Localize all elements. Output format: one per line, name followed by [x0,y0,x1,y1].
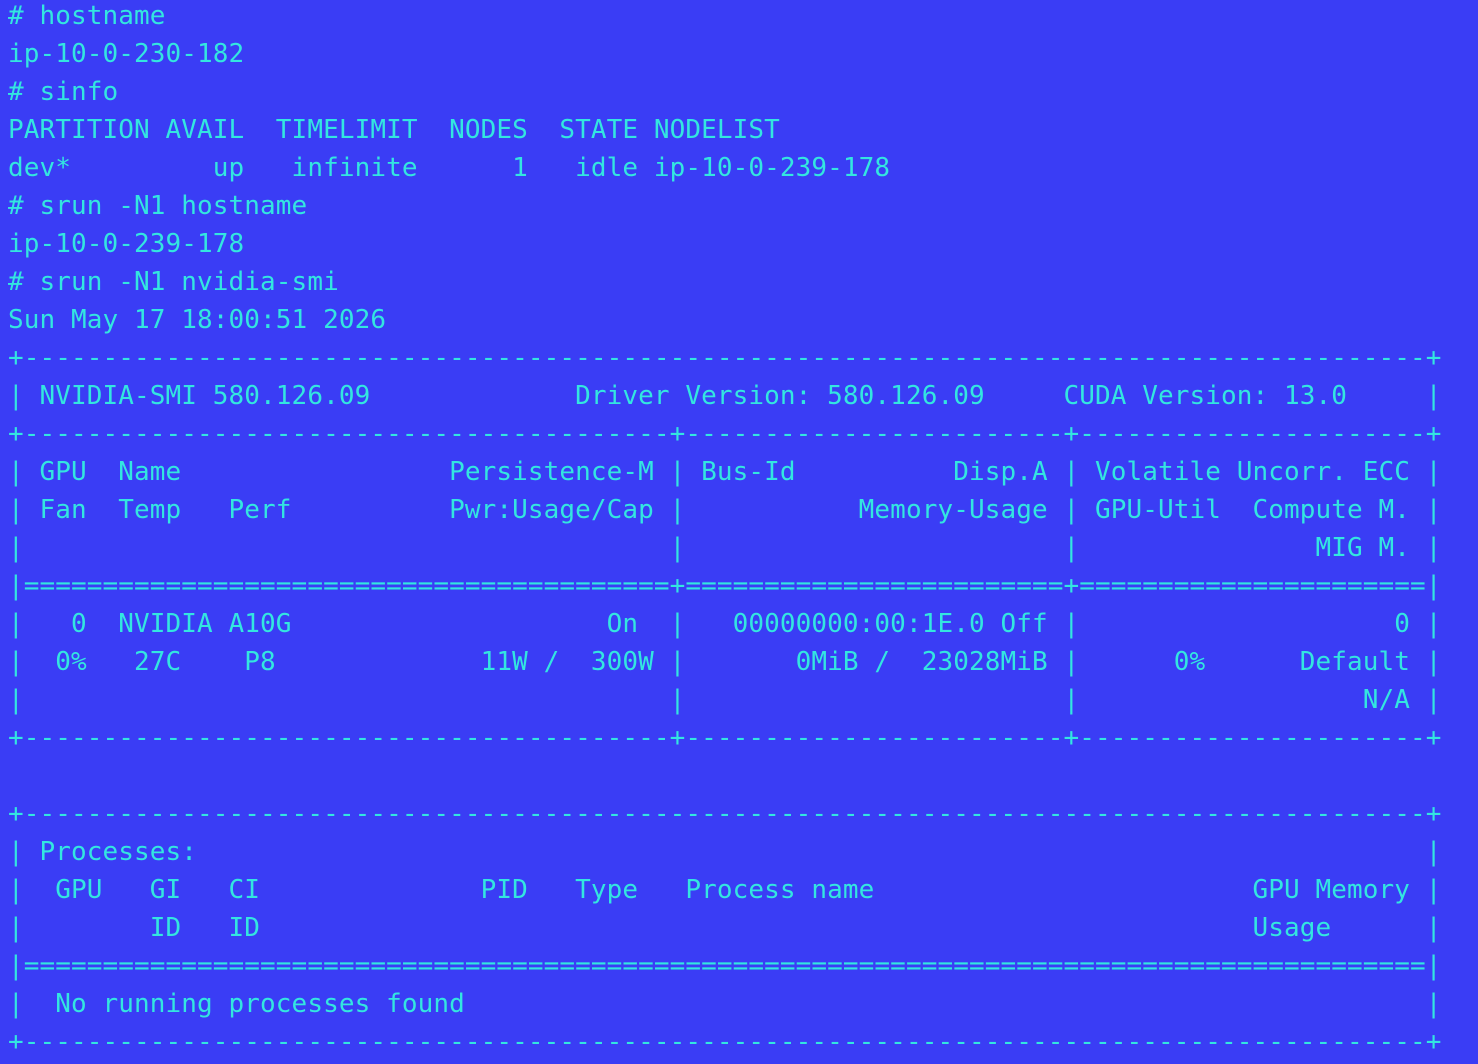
terminal-line-hostname-output: ip-10-0-230-182 [8,39,245,69]
terminal-line-timestamp: Sun May 17 18:00:51 2026 [8,305,387,335]
smi-table-border: +---------------------------------------… [8,419,1442,449]
processes-header-row-2: | ID ID Usage | [8,913,1442,943]
terminal-line-sinfo-header: PARTITION AVAIL TIMELIMIT NODES STATE NO… [8,115,780,145]
smi-header-row-1: | GPU Name Persistence-M | Bus-Id Disp.A… [8,457,1442,487]
smi-gpu-row-1: | 0 NVIDIA A10G On | 00000000:00:1E.0 Of… [8,609,1442,639]
smi-header-row-2: | Fan Temp Perf Pwr:Usage/Cap | Memory-U… [8,495,1442,525]
smi-table-border-bottom: +---------------------------------------… [8,723,1442,753]
terminal-line-sinfo-row: dev* up infinite 1 idle ip-10-0-239-178 [8,153,891,183]
processes-header-separator: |=======================================… [8,951,1442,981]
terminal-line-prompt-sinfo: # sinfo [8,77,119,107]
smi-table-border-top: +---------------------------------------… [8,343,1442,373]
terminal-line-prompt-srun-nvidia-smi: # srun -N1 nvidia-smi [8,267,339,297]
processes-title-row: | Processes: | [8,837,1442,867]
terminal-window[interactable]: # hostname ip-10-0-230-182 # sinfo PARTI… [0,0,1478,1064]
smi-version-row: | NVIDIA-SMI 580.126.09 Driver Version: … [8,381,1442,411]
smi-header-row-3: | | | MIG M. | [8,533,1442,563]
processes-table-border-bottom: +---------------------------------------… [8,1027,1442,1057]
terminal-line-srun-hostname-output: ip-10-0-239-178 [8,229,245,259]
terminal-line-prompt-srun-hostname: # srun -N1 hostname [8,191,308,221]
smi-gpu-row-2: | 0% 27C P8 11W / 300W | 0MiB / 23028MiB… [8,647,1442,677]
processes-table-border-top: +---------------------------------------… [8,799,1442,829]
processes-header-row-1: | GPU GI CI PID Type Process name GPU Me… [8,875,1442,905]
smi-gpu-row-3: | | | N/A | [8,685,1442,715]
smi-header-separator: |=======================================… [8,571,1442,601]
processes-empty-row: | No running processes found | [8,989,1442,1019]
terminal-line-prompt-hostname: # hostname [8,1,166,31]
